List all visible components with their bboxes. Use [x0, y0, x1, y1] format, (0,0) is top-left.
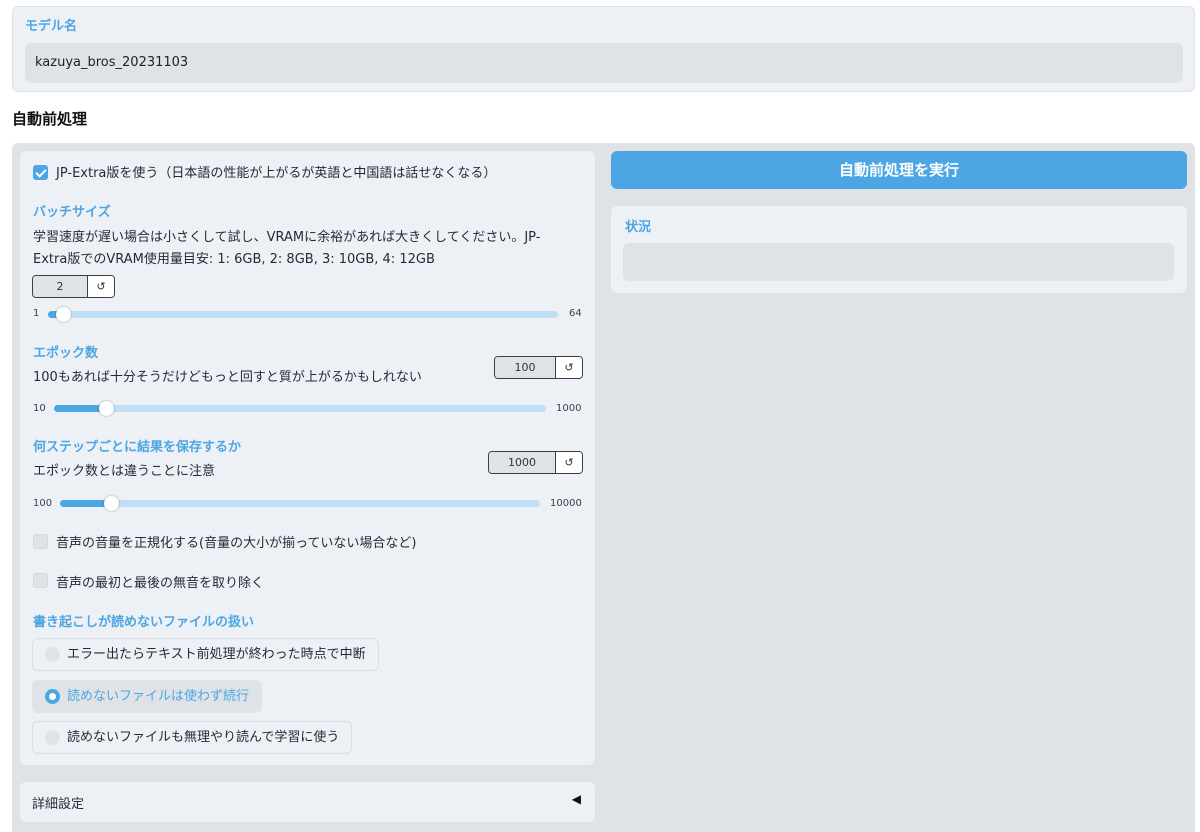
- save-every-max: 10000: [550, 498, 582, 509]
- radio-option-label: 読めないファイルは使わず続行: [67, 689, 250, 704]
- advanced-settings-accordion[interactable]: 詳細設定 ◀: [20, 782, 595, 822]
- slider-thumb[interactable]: [56, 307, 71, 322]
- radio-icon: [45, 647, 60, 662]
- radio-icon: [45, 730, 60, 745]
- reset-icon[interactable]: ↺: [556, 357, 582, 378]
- epochs-label: エポック数: [33, 346, 99, 361]
- save-every-label: 何ステップごとに結果を保存するか: [33, 440, 242, 455]
- epochs-desc: 100もあれば十分そうだけどもっと回すと質が上がるかもしれない: [33, 370, 422, 385]
- batch-size-label: バッチサイズ: [33, 205, 111, 220]
- radio-option-label: 読めないファイルも無理やり読んで学習に使う: [67, 730, 340, 745]
- batch-size-desc-line1: 学習速度が遅い場合は小さくして試し、VRAMに余裕があれば大きくしてください。J…: [33, 230, 541, 245]
- batch-size-min: 1: [33, 308, 40, 319]
- normalize-checkbox[interactable]: [33, 534, 48, 549]
- save-every-number-input[interactable]: 1000 ↺: [488, 451, 583, 474]
- model-name-input[interactable]: kazuya_bros_20231103: [25, 43, 1183, 83]
- radio-selected-icon: [45, 689, 60, 704]
- epochs-min: 10: [33, 403, 46, 414]
- slider-thumb[interactable]: [104, 496, 119, 511]
- jp-extra-label: JP-Extra版を使う（日本語の性能が上がるが英語と中国語は話せなくなる）: [56, 166, 497, 181]
- reset-icon[interactable]: ↺: [88, 276, 114, 297]
- batch-size-max: 64: [569, 308, 582, 319]
- epochs-value[interactable]: 100: [495, 357, 556, 378]
- save-every-value[interactable]: 1000: [489, 452, 556, 473]
- advanced-settings-label: 詳細設定: [32, 797, 85, 812]
- status-card: 状況: [611, 206, 1187, 293]
- batch-size-value[interactable]: 2: [33, 276, 88, 297]
- epochs-number-input[interactable]: 100 ↺: [494, 356, 583, 379]
- radio-option-abort[interactable]: エラー出たらテキスト前処理が終わった時点で中断: [32, 638, 379, 671]
- epochs-max: 1000: [556, 403, 582, 414]
- status-output: [623, 243, 1174, 281]
- reset-icon[interactable]: ↺: [556, 452, 582, 473]
- model-name-block: モデル名 kazuya_bros_20231103: [12, 6, 1195, 92]
- batch-size-desc-line2: Extra版でのVRAM使用量目安: 1: 6GB, 2: 8GB, 3: 10…: [33, 252, 435, 267]
- slider-fill: [54, 405, 105, 412]
- jp-extra-checkbox[interactable]: [33, 165, 48, 180]
- save-every-min: 100: [33, 498, 53, 509]
- slider-fill: [60, 500, 110, 507]
- slider-thumb[interactable]: [99, 401, 114, 416]
- radio-option-force[interactable]: 読めないファイルも無理やり読んで学習に使う: [32, 721, 353, 754]
- status-label: 状況: [625, 220, 652, 235]
- trim-label: 音声の最初と最後の無音を取り除く: [56, 576, 265, 591]
- section-title: 自動前処理: [12, 110, 88, 128]
- normalize-label: 音声の音量を正規化する(音量の大小が揃っていない場合など): [56, 536, 417, 551]
- collapse-arrow-icon[interactable]: ◀: [572, 792, 581, 806]
- unreadable-label: 書き起こしが読めないファイルの扱い: [33, 615, 255, 630]
- run-preprocess-button[interactable]: 自動前処理を実行: [611, 151, 1187, 189]
- model-name-label: モデル名: [25, 19, 78, 34]
- save-every-slider[interactable]: [60, 496, 540, 511]
- batch-size-number-input[interactable]: 2 ↺: [32, 275, 115, 298]
- radio-option-skip[interactable]: 読めないファイルは使わず続行: [32, 680, 263, 713]
- radio-option-label: エラー出たらテキスト前処理が終わった時点で中断: [67, 647, 366, 662]
- trim-checkbox[interactable]: [33, 573, 48, 588]
- batch-size-slider[interactable]: [48, 307, 558, 322]
- epochs-slider[interactable]: [54, 401, 546, 416]
- save-every-desc: エポック数とは違うことに注意: [33, 464, 216, 479]
